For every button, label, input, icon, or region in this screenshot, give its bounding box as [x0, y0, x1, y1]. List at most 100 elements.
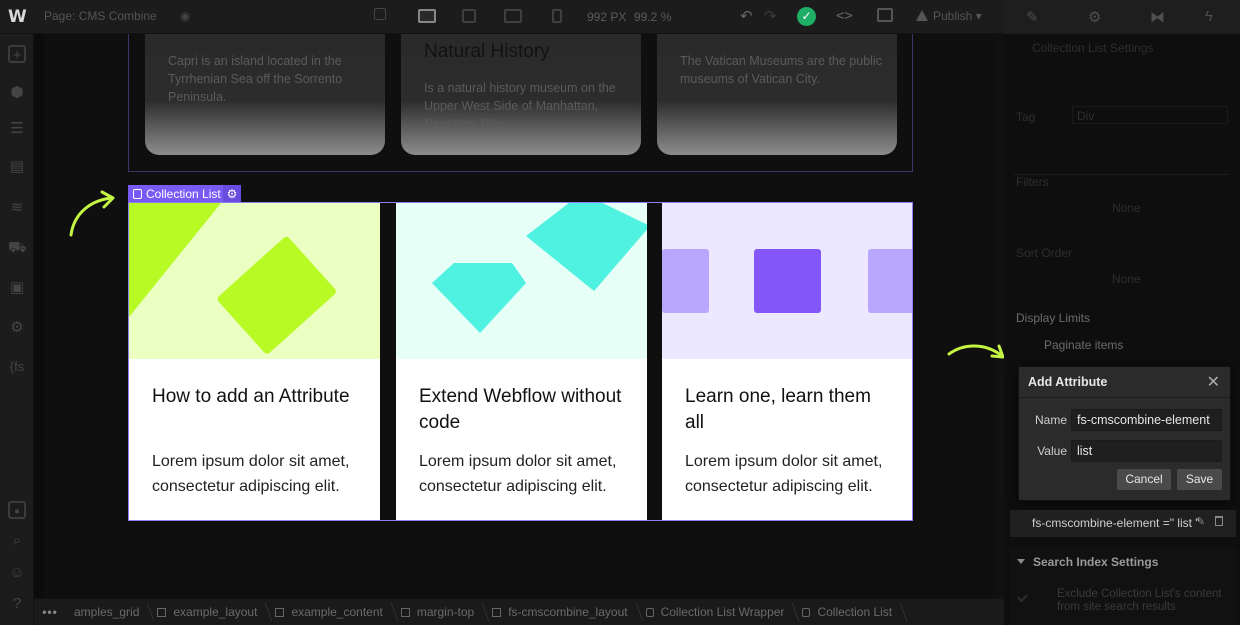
filters-label: Filters — [1016, 175, 1049, 189]
code-icon[interactable]: <> — [836, 8, 853, 24]
breadcrumb-label: Collection List Wrapper — [660, 605, 785, 619]
tag-label: Tag — [1016, 110, 1036, 124]
mobile-breakpoint-icon[interactable] — [546, 7, 568, 25]
publish-button[interactable]: Publish ▾ — [916, 9, 982, 23]
caret-down-icon — [1017, 559, 1025, 564]
prev-card-1[interactable]: Capri is an island located in the Tyrrhe… — [145, 34, 385, 155]
style-brush-icon[interactable]: ✎ — [1026, 8, 1039, 26]
help-icon[interactable]: ? — [8, 595, 26, 613]
breadcrumb-more-button[interactable]: ••• — [34, 605, 66, 619]
interactions-icon[interactable]: ⧓ — [1150, 8, 1165, 26]
collection-list-selection-outline — [128, 202, 913, 521]
search-index-title: Search Index Settings — [1033, 555, 1159, 569]
cancel-button[interactable]: Cancel — [1117, 469, 1171, 490]
assets-icon[interactable]: ▣ — [8, 279, 26, 297]
breadcrumb-item[interactable]: Collection List Wrapper — [638, 599, 795, 625]
pencil-edit-icon[interactable]: ✎ — [1196, 515, 1205, 528]
add-attribute-dialog: Add Attribute ✕ Name fs-cmscombine-eleme… — [1018, 366, 1231, 501]
breadcrumb-label: example_layout — [173, 605, 258, 619]
pages-icon[interactable]: ▤ — [8, 158, 26, 176]
annotation-arrow-icon — [947, 344, 1005, 359]
divider — [1019, 397, 1230, 398]
collection-icon — [645, 607, 654, 617]
tag-select[interactable]: Div — [1072, 106, 1228, 124]
export-icon[interactable] — [877, 8, 893, 22]
breadcrumb-label: margin-top — [416, 605, 475, 619]
breadcrumb-item[interactable]: margin-top — [393, 599, 484, 625]
landscape-breakpoint-icon[interactable] — [502, 7, 524, 25]
annotation-arrow-icon — [69, 190, 115, 237]
check-icon — [1017, 591, 1028, 603]
close-square-icon[interactable] — [374, 8, 386, 20]
redo-icon[interactable]: ↷ — [764, 7, 777, 25]
breadcrumb-label: Collection List — [817, 605, 893, 619]
filters-value: None — [1112, 201, 1141, 215]
page-prefix: Page: — [44, 9, 76, 23]
cms-database-icon[interactable]: ≋ — [8, 199, 26, 217]
save-button[interactable]: Save — [1177, 469, 1222, 490]
search-index-settings-section: Search Index Settings Exclude Collection… — [1010, 548, 1236, 625]
add-panel-icon[interactable]: + — [8, 45, 26, 64]
breadcrumb-label: fs-cmscombine_layout — [508, 605, 628, 619]
breadcrumb-item[interactable]: amples_grid — [66, 599, 149, 625]
tablet-breakpoint-icon[interactable] — [458, 7, 480, 25]
prev-card-title: Natural History — [424, 41, 550, 62]
close-icon[interactable]: ✕ — [1207, 372, 1220, 392]
publish-icon — [916, 10, 928, 21]
attribute-value-input[interactable]: list — [1071, 440, 1222, 462]
preview-eye-icon[interactable]: ◉ — [180, 9, 190, 23]
display-limits-label: Display Limits — [1016, 311, 1091, 325]
top-toolbar: W Page: CMS Combine ◉ 992 PX 99.2 % ↶ ↷ … — [0, 0, 1240, 34]
zoom-readout: 99.2 % — [634, 10, 672, 24]
div-block-icon — [400, 607, 410, 617]
breadcrumb: ••• amples_grid example_layout example_c… — [34, 598, 1004, 625]
webflow-logo[interactable]: W — [8, 7, 28, 27]
div-block-icon — [275, 607, 285, 617]
settings-gear-icon[interactable]: ⚙ — [1088, 8, 1101, 26]
search-index-description[interactable]: Exclude Collection List's content from s… — [1057, 588, 1232, 614]
attribute-text: fs-cmscombine-element =" list " — [1032, 516, 1200, 530]
canvas-width-readout: 992 PX — [587, 10, 627, 24]
dialog-title: Add Attribute — [1028, 375, 1108, 389]
prev-card-2[interactable]: Natural History Is a natural history mus… — [401, 34, 641, 155]
publish-label: Publish — [933, 9, 973, 23]
saved-status-icon: ✓ — [797, 7, 816, 26]
breadcrumb-label: amples_grid — [74, 605, 140, 619]
breadcrumb-item[interactable]: example_layout — [149, 599, 267, 625]
collection-icon — [802, 607, 811, 617]
breadcrumb-item[interactable]: fs-cmscombine_layout — [484, 599, 637, 625]
collection-icon — [133, 189, 142, 199]
breadcrumb-item[interactable]: Collection List — [794, 599, 902, 625]
div-block-icon — [157, 607, 167, 617]
paginate-items-toggle[interactable]: Paginate items — [1044, 338, 1123, 352]
name-label: Name — [1034, 413, 1067, 427]
record-icon[interactable]: ▪ — [8, 501, 26, 520]
ecommerce-cart-icon[interactable]: ⛟ — [8, 239, 27, 257]
collection-list-badge[interactable]: Collection List — [128, 185, 227, 203]
left-sidebar: + ⬢ ☰ ▤ ≋ ⛟ ▣ ⚙ {fs ▪ ⌕ ☺ ? — [0, 34, 34, 625]
finsweet-fs-icon[interactable]: {fs — [8, 358, 26, 376]
users-icon[interactable]: ☺ — [8, 564, 26, 582]
page-name: CMS Combine — [78, 9, 157, 23]
lightning-icon[interactable]: ϟ — [1205, 8, 1213, 25]
collection-list-label: Collection List — [146, 187, 221, 201]
cube-icon[interactable]: ⬢ — [8, 84, 26, 102]
page-selector[interactable]: Page: CMS Combine — [44, 9, 157, 23]
trash-icon[interactable] — [1215, 516, 1223, 526]
desktop-breakpoint-icon[interactable] — [416, 7, 438, 25]
tag-select-value: Div — [1077, 109, 1095, 123]
div-block-icon — [492, 607, 502, 617]
breadcrumb-label: example_content — [291, 605, 383, 619]
prev-card-text: Is a natural history museum on the Upper… — [424, 81, 616, 131]
attribute-name-input[interactable]: fs-cmscombine-element — [1071, 409, 1222, 431]
prev-card-3[interactable]: The Vatican Museums are the public museu… — [657, 34, 897, 155]
search-icon[interactable]: ⌕ — [8, 532, 26, 550]
navigator-icon[interactable]: ☰ — [8, 120, 26, 138]
sort-order-value: None — [1112, 272, 1141, 286]
custom-attribute-row[interactable]: fs-cmscombine-element =" list " ✎ — [1010, 510, 1236, 537]
breadcrumb-item[interactable]: example_content — [267, 599, 392, 625]
undo-icon[interactable]: ↶ — [740, 7, 753, 25]
settings-icon[interactable]: ⚙ — [8, 319, 26, 337]
search-index-header[interactable]: Search Index Settings — [1017, 555, 1158, 569]
element-settings-gear-icon[interactable]: ⚙ — [223, 185, 241, 203]
